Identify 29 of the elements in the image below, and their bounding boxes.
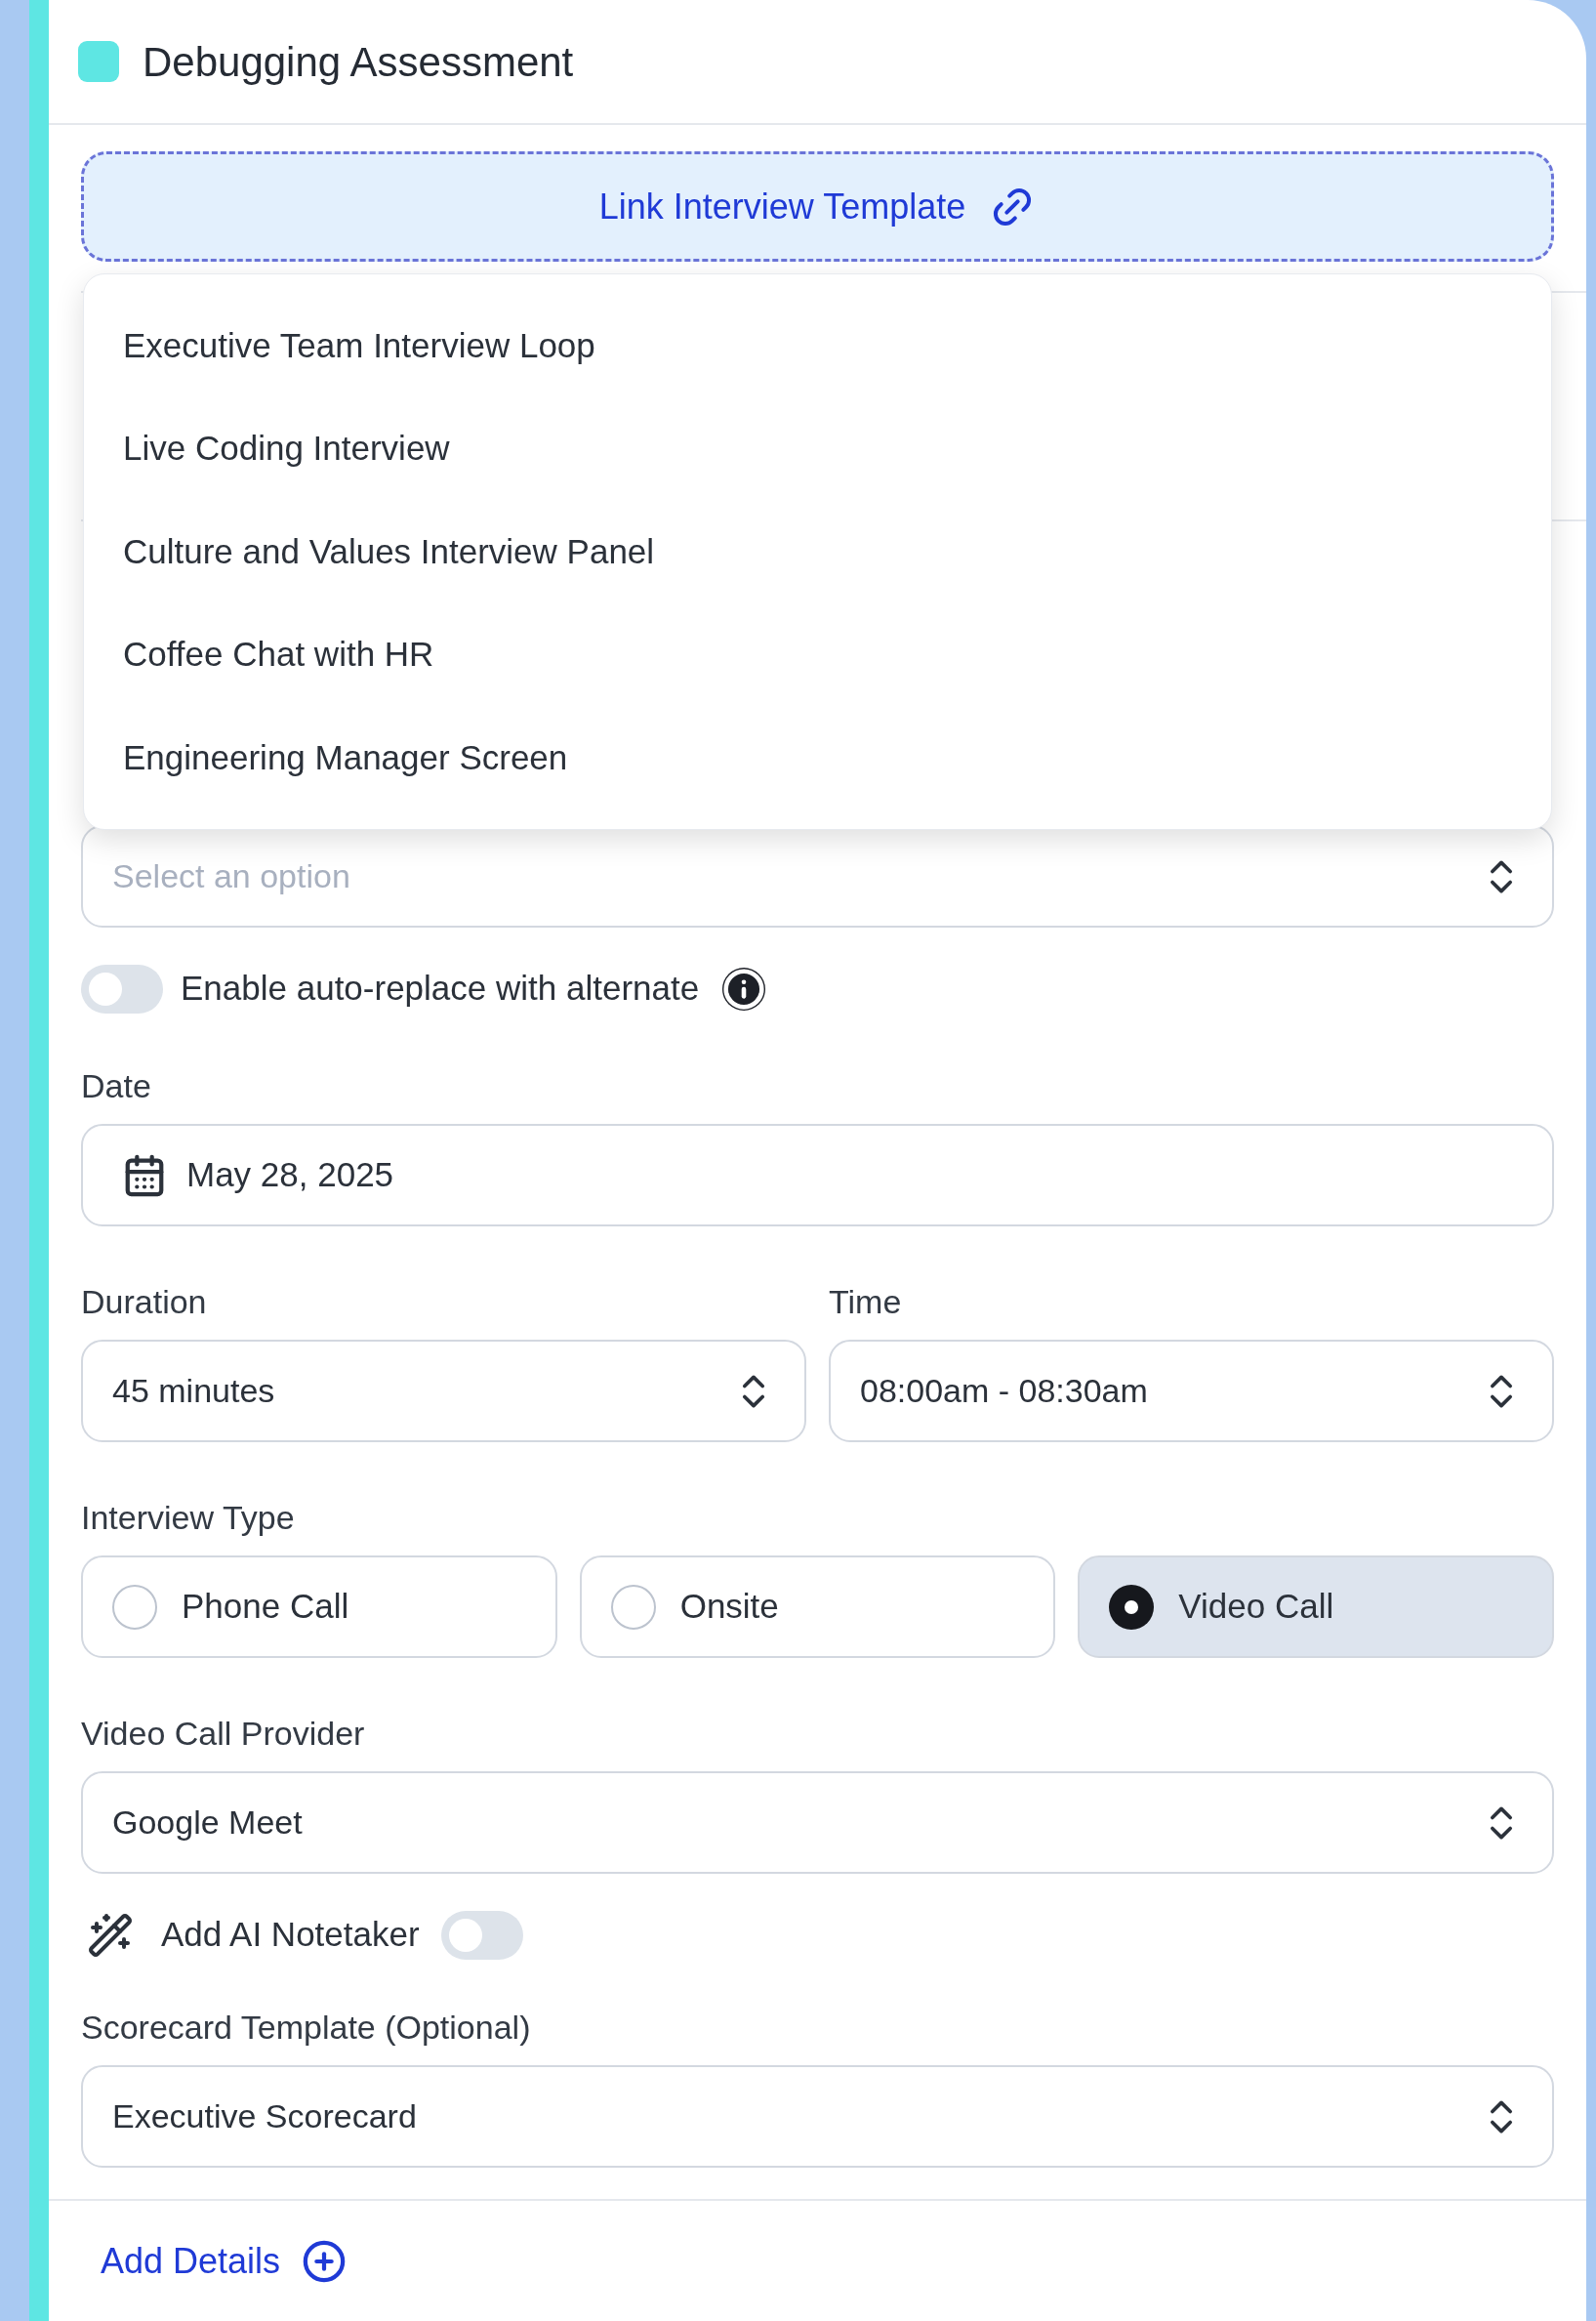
duration-select[interactable]: 45 minutes [81,1340,806,1442]
scorecard-select[interactable]: Executive Scorecard [81,2065,1554,2168]
time-select[interactable]: 08:00am - 08:30am [829,1340,1554,1442]
date-field[interactable]: May 28, 2025 [81,1124,1554,1226]
field-label: Scorecard Template (Optional) [81,2010,532,2044]
magic-wand-icon [87,1911,134,1959]
field-label: Interview Type [81,1501,296,1534]
card-title: Debugging Assessment [143,37,574,87]
radio-option[interactable]: Video Call [1078,1555,1554,1658]
auto-replace-toggle[interactable] [81,964,163,1014]
field-label: Duration [81,1285,208,1318]
add-circle-icon [302,2239,348,2284]
link-template-button[interactable]: Link Interview Template [81,151,1554,262]
field-label: Video Call Provider [81,1717,366,1750]
add-details-link[interactable]: Add Details [101,2235,348,2288]
ai-notetaker-toggle[interactable] [440,1910,523,1960]
toggle-label: Add AI Notetaker [161,1914,420,1956]
radio-option[interactable]: Phone Call [81,1555,557,1658]
toggle-label: Enable auto-replace with alternate [181,968,700,1010]
radio-icon [112,1584,157,1630]
menu-item[interactable]: Culture and Values Interview Panel [84,500,1551,603]
menu-item[interactable]: Live Coding Interview [84,396,1551,501]
menu-item[interactable]: Executive Team Interview Loop [84,294,1551,397]
menu-item[interactable]: Engineering Manager Screen [84,706,1551,809]
menu-item[interactable]: Coffee Chat with HR [84,602,1551,707]
video-provider-select[interactable]: Google Meet [81,1771,1554,1874]
field-label: Time [829,1285,903,1318]
field-label: Date [81,1069,152,1102]
radio-option[interactable]: Onsite [579,1555,1056,1658]
